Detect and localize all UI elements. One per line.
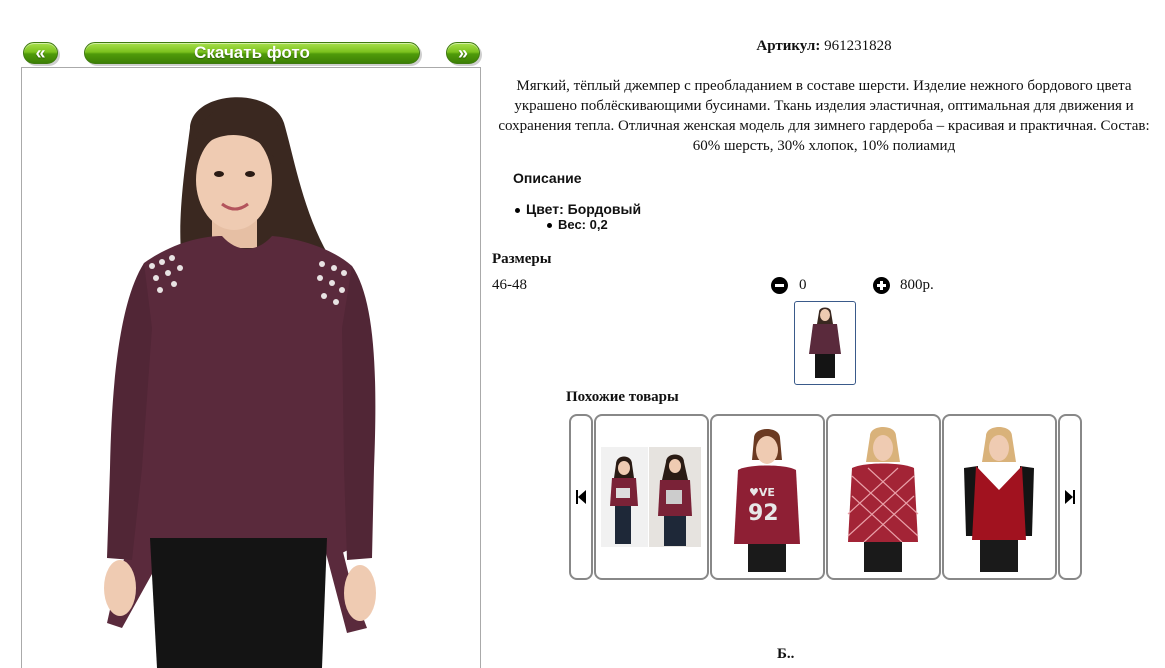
product-description: Мягкий, тёплый джемпер с преобладанием в… [498,78,1150,154]
similar-item[interactable] [942,414,1057,580]
main-product-photo [21,67,481,668]
product-photo-love-92-sweater: ♥VE 92 [734,429,800,572]
similar-item[interactable]: ♥VE 92 [710,414,825,580]
skip-back-icon [576,490,586,504]
details-title: Описание [513,170,582,186]
product-properties: Цвет: Бордовый Вес: 0,2 [513,201,641,233]
similar-title: Похожие товары [566,389,679,405]
color-property: Цвет: Бордовый [513,201,641,217]
bullet-icon [547,223,552,229]
carousel-prev-button[interactable] [569,414,593,580]
svg-text:♥VE: ♥VE [749,486,775,499]
article-label: Артикул: [756,38,821,54]
size-value: 46-48 [492,277,527,293]
bullet-icon [515,207,520,213]
download-photo-button[interactable]: Скачать фото [84,42,420,64]
similar-item[interactable] [594,414,709,580]
plus-circle-icon[interactable] [873,277,890,294]
skip-forward-icon [1065,490,1075,504]
carousel-next-button[interactable] [1058,414,1082,580]
quantity-value: 0 [799,277,807,293]
prev-photo-button[interactable]: « [23,42,58,64]
size-row: 46-48 0 800р. [492,277,1152,297]
product-photo-red-vest [964,427,1034,572]
product-photo-argyle-sweater [847,427,919,572]
article-value: 961231828 [824,38,892,54]
cut-off-heading: Б.. [777,646,795,662]
svg-text:92: 92 [748,501,779,526]
similar-item[interactable] [826,414,941,580]
price-value: 800р. [900,277,934,293]
minus-circle-icon[interactable] [771,277,788,294]
sizes-title: Размеры [492,251,552,267]
next-photo-button[interactable]: » [446,42,480,64]
weight-property: Вес: 0,2 [513,217,641,233]
product-photo-collage [601,447,701,547]
article-line: Артикул: 961231828 [494,38,1154,55]
color-text: Цвет: Бордовый [526,201,642,217]
product-thumbnail[interactable] [794,301,856,385]
weight-text: Вес: 0,2 [558,217,608,232]
